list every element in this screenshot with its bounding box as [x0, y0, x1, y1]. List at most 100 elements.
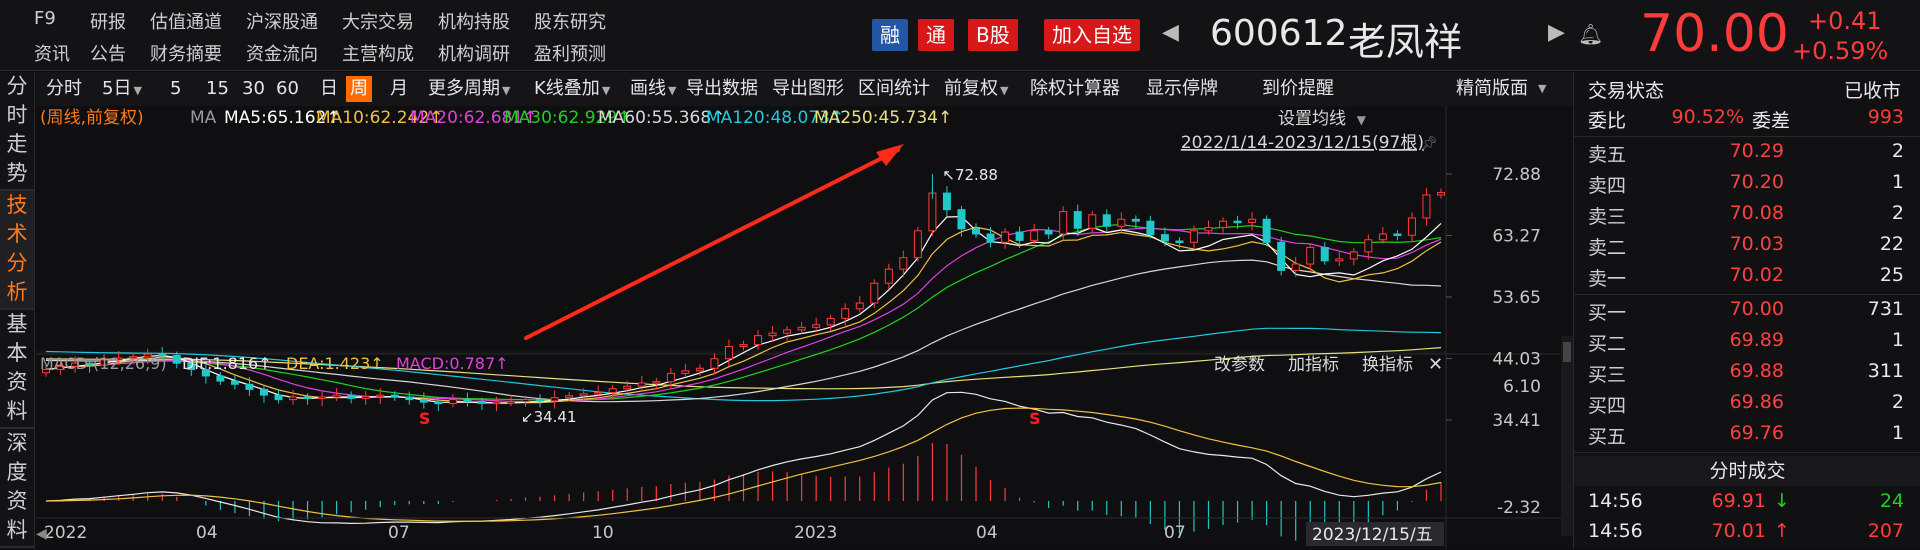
macd-params-button[interactable]: 改参数 — [1214, 355, 1265, 375]
buy-row[interactable]: 买二 69.89 1 — [1574, 329, 1920, 359]
nav-link[interactable]: 财务摘要 — [150, 40, 222, 66]
crosshair-date: 2023/12/15/五 — [1312, 525, 1433, 545]
sell-label: 卖三 — [1588, 206, 1627, 228]
toolbar-item[interactable]: 5 — [170, 72, 181, 106]
nav-link[interactable]: 沪深股通 — [246, 8, 318, 34]
nav-link[interactable]: 估值通道 — [150, 8, 222, 34]
toolbar-item[interactable]: 画线 ▼ — [630, 72, 676, 106]
toolbar-item[interactable]: 导出数据 — [686, 72, 758, 106]
toolbar-item[interactable]: 5日 ▼ — [102, 72, 142, 106]
add-indicator-button[interactable]: 加指标 — [1288, 355, 1339, 375]
toolbar-item[interactable]: 日 — [320, 72, 338, 106]
side-tab[interactable]: 分时走势 — [0, 72, 34, 191]
current-price: 70.00 — [1640, 4, 1789, 64]
weicha-label: 委差 — [1752, 110, 1791, 132]
side-tab-char: 本 — [6, 341, 28, 365]
sell-row[interactable]: 卖四 70.20 1 — [1574, 171, 1920, 201]
date-range[interactable]: 2022/1/14-2023/12/15(97根) — [1181, 133, 1424, 153]
toolbar-item[interactable]: 15 — [206, 72, 229, 106]
toolbar-item-label: 到价提醒 — [1262, 78, 1334, 99]
close-icon[interactable]: ✕ — [1428, 354, 1443, 375]
toolbar-item-label: 除权计算器 — [1030, 78, 1120, 99]
buy-volume: 1 — [1891, 422, 1904, 444]
scrollbar-thumb[interactable] — [1563, 342, 1571, 362]
buy-row[interactable]: 买四 69.86 2 — [1574, 391, 1920, 421]
connect-tag[interactable]: 通 — [918, 19, 954, 51]
side-tab[interactable]: 技术分析 — [0, 191, 34, 310]
toolbar-item[interactable]: 60 — [276, 72, 299, 106]
s-marker[interactable]: S — [419, 409, 431, 428]
buy-row[interactable]: 买五 69.76 1 — [1574, 422, 1920, 452]
ma-legend-label: MA — [190, 108, 217, 128]
nav-link[interactable]: 研报 — [90, 8, 126, 34]
nav-link[interactable]: 公告 — [90, 40, 126, 66]
toolbar-item[interactable]: 到价提醒 — [1262, 72, 1334, 106]
toolbar-item[interactable]: 除权计算器 — [1030, 72, 1120, 106]
buy-row[interactable]: 买一 70.00 731 — [1574, 298, 1920, 328]
macd-tick-label: -2.32 — [1497, 498, 1541, 518]
dropdown-icon[interactable]: ▼ — [1357, 113, 1367, 127]
toolbar-item[interactable]: 导出图形 — [772, 72, 844, 106]
nav-link[interactable]: 股东研究 — [534, 8, 606, 34]
toolbar-item[interactable]: 分时 — [46, 72, 82, 106]
toolbar-item[interactable]: 更多周期 ▼ — [428, 72, 510, 106]
toolbar-item[interactable]: 前复权 ▼ — [944, 72, 1008, 106]
nav-link[interactable]: F9 — [34, 8, 56, 29]
nav-link[interactable]: 资金流向 — [246, 40, 318, 66]
compact-layout-button[interactable]: 精简版面 — [1456, 72, 1528, 106]
candle[interactable] — [913, 226, 922, 262]
nav-link[interactable]: 大宗交易 — [342, 8, 414, 34]
buy-label: 买三 — [1588, 364, 1627, 386]
toolbar-item[interactable]: 显示停牌 — [1146, 72, 1218, 106]
sell-row[interactable]: 卖二 70.03 22 — [1574, 233, 1920, 263]
toolbar-item[interactable]: 区间统计 — [858, 72, 930, 106]
sell-row[interactable]: 卖一 70.02 25 — [1574, 264, 1920, 294]
sell-label: 卖一 — [1588, 268, 1627, 290]
sell-label: 卖二 — [1588, 237, 1627, 259]
toolbar-item-label: 60 — [276, 78, 299, 99]
b-share-tag[interactable]: B股 — [968, 19, 1018, 51]
pin-icon[interactable]: 📌︎ — [1420, 136, 1438, 152]
divider — [1574, 452, 1920, 453]
buy-row[interactable]: 买三 69.88 311 — [1574, 360, 1920, 390]
dropdown-icon[interactable]: ▼ — [1538, 72, 1546, 106]
bell-icon[interactable]: 🔔︎ — [1578, 22, 1603, 46]
side-tab-char: 技 — [6, 193, 28, 217]
next-stock-icon[interactable]: ▶ — [1548, 20, 1565, 45]
dropdown-icon: ▼ — [502, 84, 511, 97]
candle[interactable] — [1277, 236, 1286, 276]
nav-link[interactable]: 资讯 — [34, 40, 70, 66]
toolbar-item[interactable]: K线叠加 ▼ — [534, 72, 610, 106]
sell-row[interactable]: 卖五 70.29 2 — [1574, 140, 1920, 170]
trade-row: 14:56 69.91 ↓ 24 — [1574, 490, 1920, 520]
side-tab[interactable]: 深度资料 — [0, 429, 34, 548]
add-watchlist-button[interactable]: 加入自选 — [1044, 19, 1140, 51]
nav-link[interactable]: 机构持股 — [438, 8, 510, 34]
side-tabs: 分时走势技术分析基本资料深度资料 — [0, 72, 35, 549]
nav-link[interactable]: 盈利预测 — [534, 40, 606, 66]
nav-link[interactable]: 机构调研 — [438, 40, 510, 66]
s-marker[interactable]: S — [1029, 409, 1041, 428]
toolbar-item[interactable]: 周 — [346, 76, 372, 102]
scrollbar[interactable] — [1561, 336, 1573, 536]
ma-settings-link[interactable]: 设置均线 — [1278, 109, 1346, 129]
sell-volume: 1 — [1891, 171, 1904, 193]
prev-stock-icon[interactable]: ◀ — [1162, 20, 1179, 45]
candle[interactable] — [1262, 215, 1271, 247]
toolbar-item-label: 更多周期 — [428, 78, 500, 99]
toolbar-item[interactable]: 月 — [390, 72, 408, 106]
nav-link[interactable]: 主营构成 — [342, 40, 414, 66]
sell-row[interactable]: 卖三 70.08 2 — [1574, 202, 1920, 232]
toolbar-item[interactable]: 30 — [242, 72, 265, 106]
toolbar-item-label: 5 — [170, 78, 182, 99]
swap-indicator-button[interactable]: 换指标 — [1362, 355, 1413, 375]
scroll-left-icon[interactable]: ◀ — [36, 526, 47, 542]
buy-label: 买四 — [1588, 395, 1627, 417]
trades-title[interactable]: 分时成交 — [1574, 456, 1920, 486]
side-tab[interactable]: 基本资料 — [0, 310, 34, 429]
x-tick-label: 2022 — [44, 523, 87, 543]
buy-volume: 1 — [1891, 329, 1904, 351]
macd-dif: DIF:1.816↑ — [182, 354, 272, 373]
margin-trading-tag[interactable]: 融 — [872, 19, 908, 51]
kline-chart[interactable]: 72.88 63.27 53.65 44.03 34.41 ↖72.88 ↙34.41 S S (… — [36, 106, 1573, 549]
